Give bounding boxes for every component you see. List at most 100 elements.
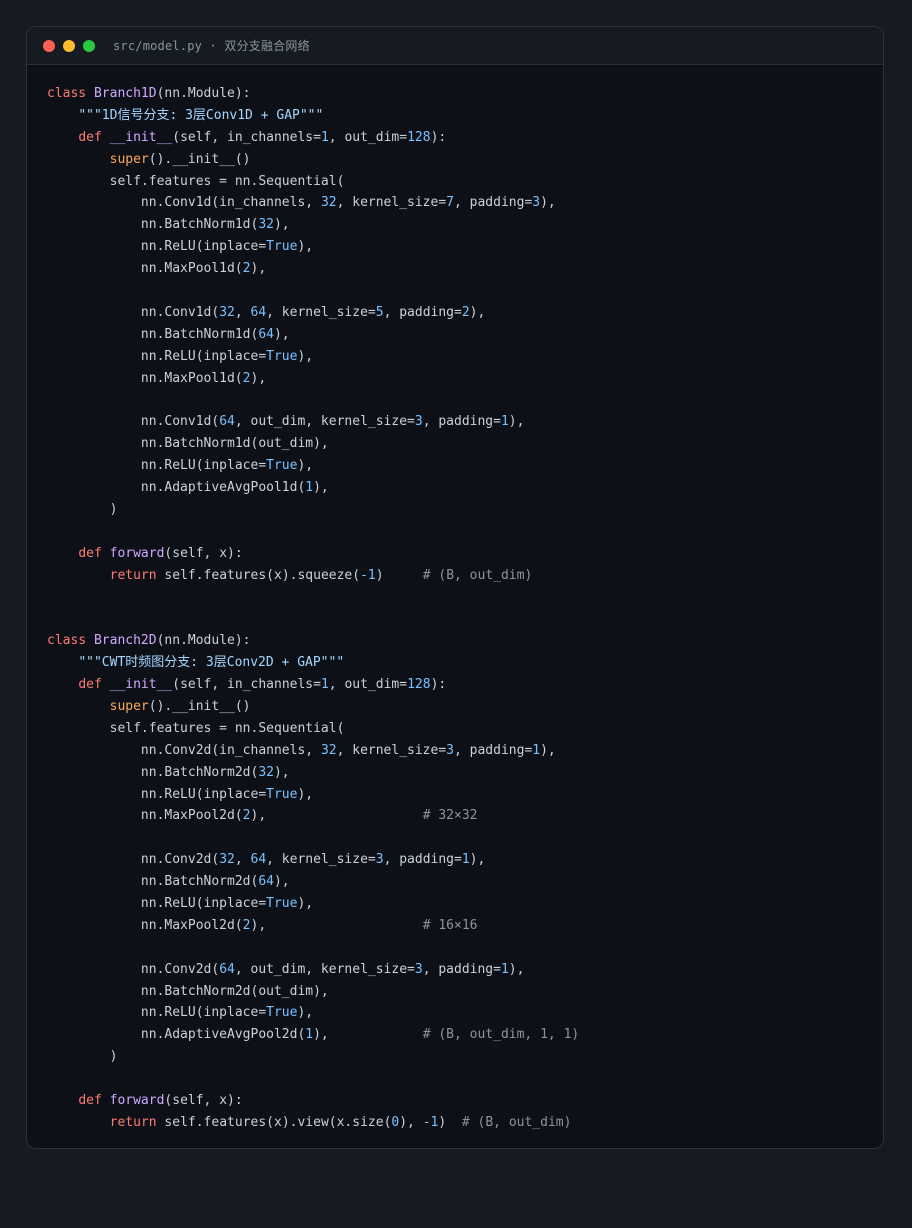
code-token: 2 (242, 261, 251, 277)
code-token: """1D信号分支: 3层Conv1D + GAP""" (78, 107, 324, 123)
code-line: nn.AdaptiveAvgPool1d(1), (47, 477, 883, 499)
code-token: , out_dim, kernel_size= (234, 414, 415, 430)
code-token: 128 (407, 677, 431, 693)
code-token: 1 (500, 961, 509, 977)
code-line: nn.MaxPool1d(2), (47, 368, 883, 390)
code-token: # (B, out_dim) (461, 1114, 572, 1130)
code-token: 64 (219, 961, 235, 977)
code-token: nn.MaxPool2d( (47, 917, 243, 933)
code-token: True (266, 239, 298, 255)
code-token: 7 (446, 195, 454, 211)
code-token: Branch1D (93, 86, 157, 101)
code-token: , padding= (383, 304, 462, 320)
code-token: ): (430, 677, 447, 693)
code-token: 5 (375, 304, 384, 320)
code-token: , kernel_size= (266, 304, 376, 320)
code-token: 32 (320, 195, 337, 211)
code-line: nn.ReLU(inplace=True), (47, 455, 883, 477)
code-token: 1 (305, 480, 314, 496)
code-token: 32 (258, 217, 274, 233)
code-line: class Branch2D(nn.Module): (47, 630, 883, 652)
code-token: ), (508, 961, 525, 977)
code-token: """CWT时频图分支: 3层Conv2D + GAP""" (78, 655, 345, 671)
code-token: 32 (219, 852, 235, 868)
code-token: True (266, 786, 298, 802)
code-line: self.features = nn.Sequential( (47, 718, 883, 740)
code-line: class Branch1D(nn.Module): (47, 83, 883, 105)
code-token: 128 (407, 129, 431, 145)
code-token: super (109, 698, 149, 714)
code-token: ().__init__() (148, 698, 251, 714)
close-button[interactable] (43, 39, 55, 52)
code-token: ), (313, 480, 329, 496)
maximize-button[interactable] (83, 39, 95, 52)
code-token: ), (250, 261, 267, 277)
code-token: ), (250, 917, 423, 933)
code-token: ), (540, 195, 556, 211)
code-token: ) (375, 567, 423, 583)
code-token: , padding= (454, 195, 533, 211)
code-token: def (78, 677, 110, 693)
code-token: (nn.Module): (156, 86, 251, 101)
code-token: True (266, 458, 298, 474)
code-token: nn.BatchNorm1d( (47, 217, 259, 233)
code-token: 64 (250, 852, 267, 868)
code-line: nn.Conv2d(32, 64, kernel_size=3, padding… (47, 849, 883, 871)
code-token: 2 (242, 370, 251, 386)
code-token: class (47, 633, 94, 649)
code-token: # 16×16 (422, 917, 478, 933)
code-token: ), (469, 852, 486, 868)
code-token: return (109, 1114, 165, 1130)
code-line: self.features = nn.Sequential( (47, 171, 883, 193)
window-title: src/model.py · 双分支融合网络 (113, 39, 310, 53)
code-token: forward (109, 1092, 165, 1108)
code-token: 2 (242, 808, 251, 824)
code-token: ) (47, 501, 118, 517)
code-token: ), (273, 764, 290, 780)
code-token: nn.Conv1d( (47, 304, 220, 320)
code-line: nn.BatchNorm2d(out_dim), (47, 981, 883, 1003)
code-line: nn.ReLU(inplace=True), (47, 236, 883, 258)
code-token: __init__ (109, 677, 173, 693)
code-token: nn.ReLU(inplace= (47, 895, 267, 911)
code-token: 3 (446, 742, 454, 758)
code-token: nn.MaxPool1d( (47, 370, 243, 386)
code-token: ), (399, 1114, 423, 1130)
code-token: ), (250, 370, 267, 386)
code-token: , out_dim= (328, 677, 408, 693)
code-token: ), (273, 874, 290, 890)
code-line: nn.ReLU(inplace=True), (47, 893, 883, 915)
code-token: 64 (258, 874, 274, 890)
code-line: nn.Conv1d(in_channels, 32, kernel_size=7… (47, 192, 883, 214)
code-token: , out_dim, kernel_size= (234, 961, 415, 977)
minimize-button[interactable] (63, 39, 75, 52)
code-line: nn.BatchNorm1d(64), (47, 324, 883, 346)
code-token: 1 (532, 742, 541, 758)
code-token: 1 (320, 677, 329, 693)
code-token: , (234, 852, 251, 868)
code-token: nn.ReLU(inplace= (47, 239, 267, 255)
code-line: def __init__(self, in_channels=1, out_di… (47, 127, 883, 149)
window-titlebar: src/model.py · 双分支融合网络 (27, 27, 883, 65)
code-token: 3 (532, 195, 541, 211)
code-line: nn.Conv1d(32, 64, kernel_size=5, padding… (47, 302, 883, 324)
code-token: nn.BatchNorm2d(out_dim), (47, 983, 329, 999)
code-token: 3 (414, 414, 423, 430)
code-line: nn.BatchNorm2d(32), (47, 762, 883, 784)
code-line: nn.Conv2d(in_channels, 32, kernel_size=3… (47, 740, 883, 762)
code-token: , out_dim= (328, 129, 408, 145)
code-line: def forward(self, x): (47, 1090, 883, 1112)
code-token: nn.Conv2d(in_channels, (47, 742, 321, 758)
code-token: 2 (461, 304, 470, 320)
code-token: Branch2D (93, 633, 157, 649)
code-token: (self, x): (164, 545, 243, 561)
code-token: nn.AdaptiveAvgPool1d( (47, 480, 306, 496)
code-editor[interactable]: class Branch1D(nn.Module): """1D信号分支: 3层… (47, 83, 883, 1134)
code-line: def __init__(self, in_channels=1, out_di… (47, 674, 883, 696)
